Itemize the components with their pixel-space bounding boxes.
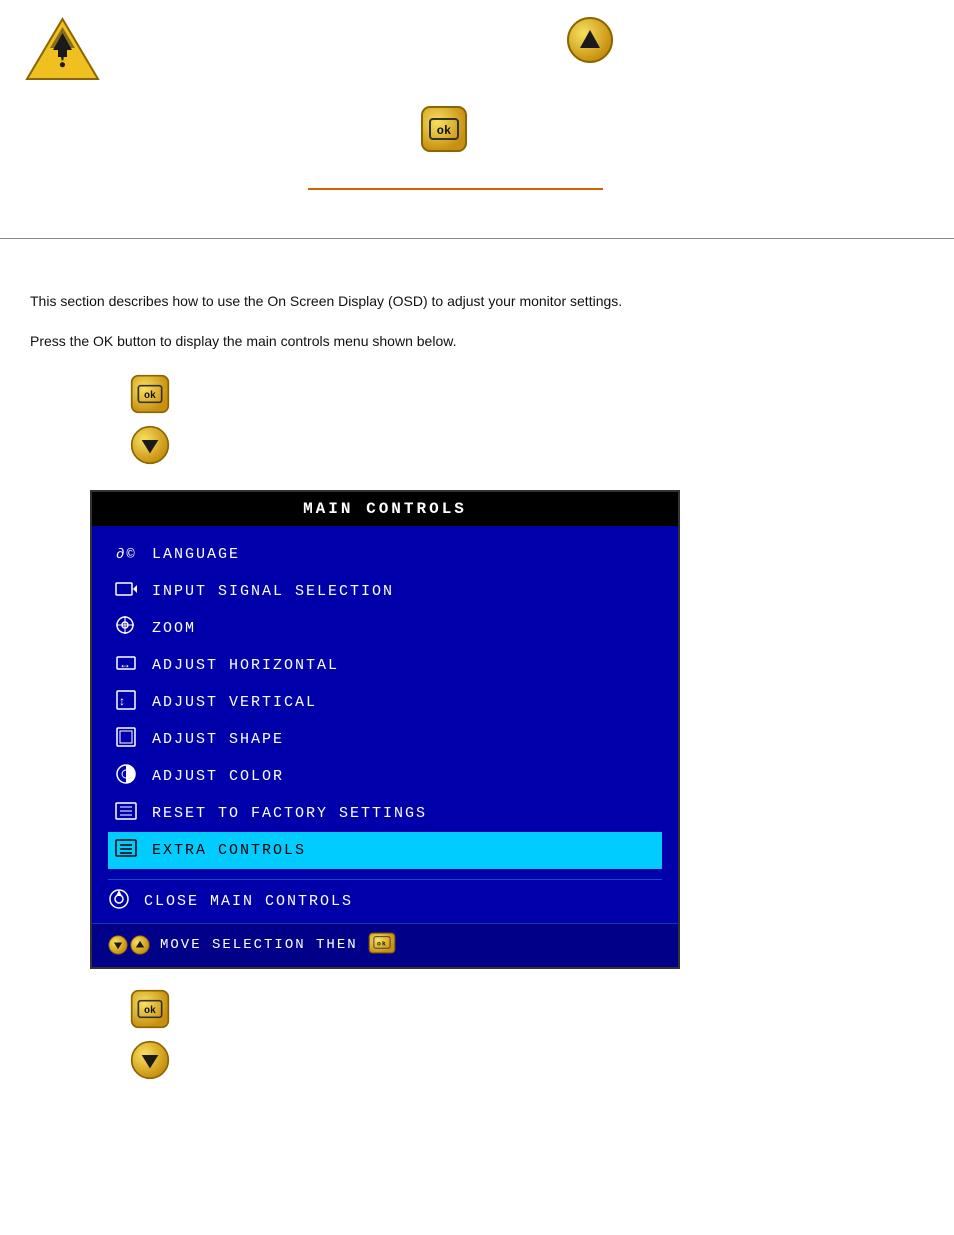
up-arrow-button-top[interactable] — [566, 16, 614, 69]
language-icon: ∂© — [114, 541, 138, 568]
menu-item-vertical-label: ADJUST VERTICAL — [152, 694, 317, 711]
extra-controls-icon — [114, 837, 138, 864]
osd-menu: MAIN CONTROLS ∂© LANGUAGE — [90, 490, 680, 969]
menu-item-shape-label: ADJUST SHAPE — [152, 731, 284, 748]
ok-button-after-menu[interactable]: ok — [30, 989, 924, 1034]
ok-button-before-menu[interactable]: ok — [30, 374, 924, 419]
top-area: ! — [0, 0, 954, 250]
menu-item-horizontal-label: ADJUST HORIZONTAL — [152, 657, 339, 674]
menu-item-extra-controls[interactable]: EXTRA CONTROLS — [108, 832, 662, 869]
adjust-color-icon — [114, 763, 138, 790]
intro-paragraph-1: This section describes how to use the On… — [30, 290, 924, 314]
adjust-shape-icon — [114, 726, 138, 753]
menu-item-language-label: LANGUAGE — [152, 546, 240, 563]
menu-item-zoom[interactable]: ZOOM — [108, 610, 662, 647]
down-arrow-button-before-menu[interactable] — [30, 425, 924, 470]
menu-item-zoom-label: ZOOM — [152, 620, 196, 637]
menu-item-extra-label: EXTRA CONTROLS — [152, 842, 306, 859]
menu-item-reset[interactable]: RESET TO FACTORY SETTINGS — [108, 795, 662, 832]
osd-close-label: CLOSE MAIN CONTROLS — [144, 893, 353, 910]
svg-text:ok: ok — [377, 940, 387, 947]
menu-item-input-signal[interactable]: INPUT SIGNAL SELECTION — [108, 573, 662, 610]
menu-item-adjust-horizontal[interactable]: ↔ ADJUST HORIZONTAL — [108, 647, 662, 684]
input-signal-icon — [114, 578, 138, 605]
svg-text:↔: ↔ — [119, 657, 133, 671]
menu-item-language[interactable]: ∂© LANGUAGE — [108, 536, 662, 573]
svg-text:ok: ok — [437, 124, 451, 138]
spacer1 — [30, 250, 924, 290]
svg-text:ok: ok — [144, 390, 156, 402]
intro-paragraph-2: Press the OK button to display the main … — [30, 330, 924, 354]
adjust-horizontal-icon: ↔ — [114, 652, 138, 679]
svg-text:↕: ↕ — [119, 694, 127, 708]
reset-icon — [114, 800, 138, 827]
osd-menu-items: ∂© LANGUAGE INPUT SIGNAL SELECTION — [92, 526, 678, 879]
down-arrow-button-after-menu[interactable] — [30, 1040, 924, 1085]
osd-bottom-label: MOVE SELECTION THEN — [160, 937, 358, 953]
page-wrapper: ! — [0, 0, 954, 1085]
menu-item-adjust-color[interactable]: ADJUST COLOR — [108, 758, 662, 795]
adjust-vertical-icon: ↕ — [114, 689, 138, 716]
ok-button-top[interactable]: ok — [420, 105, 468, 158]
zoom-icon — [114, 615, 138, 642]
arrows-combo-icon — [108, 935, 150, 955]
menu-item-reset-label: RESET TO FACTORY SETTINGS — [152, 805, 427, 822]
svg-text:∂©: ∂© — [116, 547, 137, 563]
menu-item-adjust-vertical[interactable]: ↕ ADJUST VERTICAL — [108, 684, 662, 721]
orange-underline — [308, 188, 603, 190]
osd-bottom-bar: MOVE SELECTION THEN ok — [92, 923, 678, 967]
osd-title: MAIN CONTROLS — [92, 492, 678, 526]
ok-badge-bottom: ok — [368, 932, 396, 959]
close-icon — [108, 888, 130, 915]
main-content: This section describes how to use the On… — [0, 250, 954, 1085]
warning-icon: ! — [25, 15, 100, 88]
menu-item-color-label: ADJUST COLOR — [152, 768, 284, 785]
menu-item-input-label: INPUT SIGNAL SELECTION — [152, 583, 394, 600]
svg-text:ok: ok — [144, 1005, 156, 1017]
osd-close-row[interactable]: CLOSE MAIN CONTROLS — [92, 880, 678, 923]
section-divider — [0, 238, 954, 239]
menu-item-adjust-shape[interactable]: ADJUST SHAPE — [108, 721, 662, 758]
